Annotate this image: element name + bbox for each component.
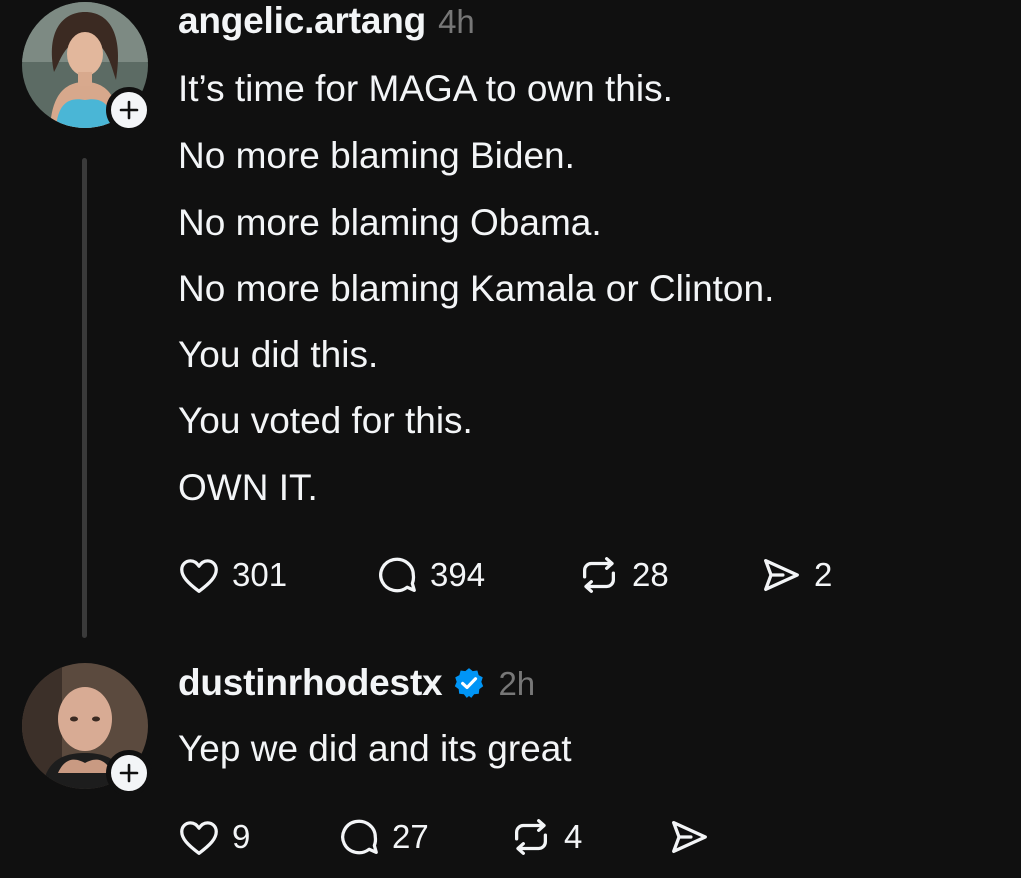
comment-icon (341, 819, 378, 855)
follow-button[interactable] (106, 87, 152, 133)
post-text-line: You voted for this. (178, 400, 473, 441)
repost-icon (582, 557, 616, 593)
post-actions: 301 394 28 2 (176, 552, 832, 598)
post-text-line: No more blaming Biden. (178, 135, 575, 176)
username[interactable]: angelic.artang (178, 0, 426, 42)
share-icon (764, 558, 799, 592)
reply-button[interactable]: 394 (374, 552, 576, 598)
like-button[interactable]: 9 (176, 814, 336, 860)
reply-count: 27 (392, 818, 429, 855)
thread-line (82, 158, 87, 638)
post-header: dustinrhodestx 2h (178, 662, 535, 704)
heart-icon (180, 821, 218, 855)
reply-count: 394 (430, 556, 486, 593)
username[interactable]: dustinrhodestx (178, 662, 443, 704)
post-text-line: No more blaming Obama. (178, 202, 602, 243)
share-count: 2 (814, 556, 833, 593)
repost-icon (514, 819, 548, 855)
post-actions: 9 27 4 (176, 814, 722, 860)
post-text-line: You did this. (178, 334, 379, 375)
post-text-line: Yep we did and its great (178, 728, 572, 769)
reply-button[interactable]: 27 (336, 814, 508, 860)
heart-icon (180, 559, 218, 593)
repost-count: 4 (564, 818, 583, 855)
repost-button[interactable]: 28 (576, 552, 758, 598)
repost-button[interactable]: 4 (508, 814, 666, 860)
post-text-line: OWN IT. (178, 467, 318, 508)
share-button[interactable]: 2 (758, 552, 832, 598)
follow-button[interactable] (106, 750, 152, 796)
timestamp: 2h (498, 665, 536, 702)
like-count: 9 (232, 818, 251, 855)
plus-icon (119, 100, 139, 120)
post-1: angelic.artang 4h It’s time for MAGA to … (0, 0, 1021, 640)
share-icon (672, 820, 707, 854)
plus-icon (119, 763, 139, 783)
post-text-line: No more blaming Kamala or Clinton. (178, 268, 775, 309)
post-text-line: It’s time for MAGA to own this. (178, 68, 673, 109)
like-count: 301 (232, 556, 288, 593)
comment-icon (379, 557, 416, 593)
share-button[interactable] (666, 814, 722, 860)
like-button[interactable]: 301 (176, 552, 374, 598)
post-header: angelic.artang 4h (178, 0, 475, 42)
repost-count: 28 (632, 556, 669, 593)
post-2: dustinrhodestx 2h Yep we did and its gre… (0, 640, 1021, 878)
timestamp: 4h (438, 3, 475, 40)
verified-badge-icon (455, 668, 484, 698)
